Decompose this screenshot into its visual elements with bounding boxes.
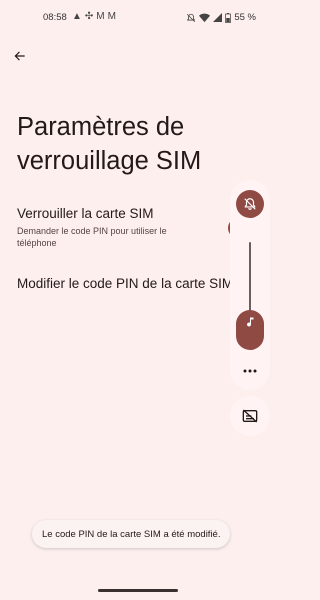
captions-off-icon	[242, 409, 258, 423]
gesture-nav-bar[interactable]	[98, 589, 178, 592]
volume-more-button[interactable]	[238, 363, 262, 379]
toast-message: Le code PIN de la carte SIM a été modifi…	[32, 520, 231, 548]
ringer-mode-button[interactable]	[236, 190, 264, 218]
lock-sim-row[interactable]: Verrouiller la carte SIM Demander le cod…	[17, 205, 232, 249]
music-note-icon	[247, 317, 254, 327]
fan-icon: ✣	[84, 11, 97, 22]
lock-sim-title: Verrouiller la carte SIM	[17, 206, 154, 221]
page-title: Paramètres de verrouillage SIM	[17, 113, 202, 175]
more-dots-icon	[243, 369, 257, 373]
lock-sim-subtitle: Demander le code PIN pour utiliser le té…	[17, 226, 167, 248]
back-button[interactable]	[8, 44, 32, 68]
warning-icon: ▲	[72, 11, 85, 22]
status-bar: 08:58 ▲✣MM 55 %	[0, 0, 276, 36]
battery-percent: 55 %	[234, 12, 256, 23]
bell-off-icon	[244, 198, 256, 210]
notification-icons: ▲✣MM	[72, 11, 119, 22]
gmail-icon: M	[107, 11, 119, 22]
change-pin-row[interactable]: Modifier le code PIN de la carte SIM	[17, 275, 242, 293]
captions-button[interactable]	[230, 396, 270, 436]
battery-icon	[225, 12, 232, 23]
wifi-icon	[199, 13, 211, 22]
volume-slider-track[interactable]	[249, 242, 251, 320]
signal-icon	[213, 13, 223, 22]
volume-slider-thumb[interactable]	[236, 310, 264, 350]
status-time: 08:58	[43, 12, 67, 23]
gmail-icon: M	[96, 11, 108, 22]
back-arrow-icon	[14, 51, 25, 61]
system-icons: 55 %	[186, 12, 256, 23]
mute-icon	[187, 13, 196, 22]
